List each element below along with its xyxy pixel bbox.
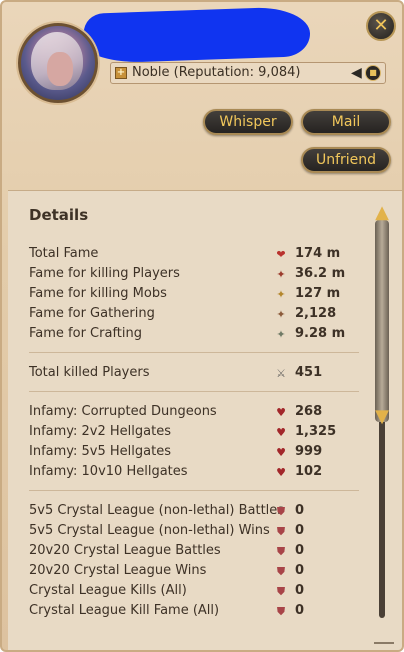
- mail-button[interactable]: Mail: [301, 109, 391, 135]
- divider: [29, 391, 359, 392]
- scroll-end-marker: [374, 642, 394, 644]
- reputation-bar: + Noble (Reputation: 9,084) ◀ ■: [110, 62, 386, 84]
- crystal-shield-icon: ⛊: [276, 505, 286, 518]
- stat-row: Crystal League Kills (All) ⛊ 0: [29, 583, 305, 598]
- details-scrollbar[interactable]: ▲ ▼: [372, 204, 392, 622]
- fame-icon: ❤: [276, 248, 286, 261]
- stat-row: 20v20 Crystal League Battles ⛊ 0: [29, 543, 305, 558]
- infamy-icon: ♥: [276, 426, 286, 439]
- stat-row: Infamy: Corrupted Dungeons ♥ 268: [29, 404, 323, 419]
- lock-icon: ■: [365, 65, 381, 81]
- stat-row: 20v20 Crystal League Wins ⛊ 0: [29, 563, 305, 578]
- crystal-shield-icon: ⛊: [276, 525, 286, 538]
- close-icon: ✕: [373, 15, 389, 36]
- stat-row: Infamy: 2v2 Hellgates ♥ 1,325: [29, 424, 337, 439]
- pvp-fame-icon: ✦: [276, 268, 286, 281]
- crystal-shield-icon: ⛊: [276, 545, 286, 558]
- whisper-button[interactable]: Whisper: [203, 109, 293, 135]
- crystal-shield-icon: ⛊: [276, 585, 286, 598]
- infamy-icon: ♥: [276, 406, 286, 419]
- stat-row: 5v5 Crystal League (non-lethal) Battles …: [29, 503, 305, 518]
- reputation-icon: +: [115, 67, 127, 79]
- pve-fame-icon: ✦: [276, 288, 286, 301]
- infamy-icon: ♥: [276, 446, 286, 459]
- stat-row: Fame for Gathering ✦ 2,128: [29, 306, 337, 321]
- divider: [29, 352, 359, 353]
- player-profile-panel: ✕ + Noble (Reputation: 9,084) ◀ ■ Whispe…: [0, 0, 404, 652]
- stat-row: Fame for Crafting ✦ 9.28 m: [29, 326, 346, 341]
- crystal-shield-icon: ⛊: [276, 565, 286, 578]
- crystal-shield-icon: ⛊: [276, 605, 286, 618]
- stat-row: Infamy: 10v10 Hellgates ♥ 102: [29, 464, 323, 479]
- stat-row: Fame for killing Players ✦ 36.2 m: [29, 266, 346, 281]
- arrow-left-icon: ◀: [351, 65, 362, 81]
- details-title: Details: [29, 206, 89, 224]
- details-section: Details Total Fame ❤ 174 m Fame for kill…: [8, 190, 402, 650]
- reputation-toggle[interactable]: ◀ ■: [351, 64, 383, 82]
- reputation-text: Noble (Reputation: 9,084): [132, 65, 301, 80]
- crossed-swords-icon: ⚔: [276, 367, 286, 380]
- stat-row: Total killed Players ⚔ 451: [29, 365, 323, 380]
- stat-row: Crystal League Kill Fame (All) ⛊ 0: [29, 603, 305, 618]
- scrollbar-thumb[interactable]: [375, 220, 389, 422]
- arrow-down-icon[interactable]: ▼: [372, 408, 392, 426]
- stat-row: Infamy: 5v5 Hellgates ♥ 999: [29, 444, 323, 459]
- redacted-player-name: [83, 6, 311, 64]
- stat-row: 5v5 Crystal League (non-lethal) Wins ⛊ 0: [29, 523, 305, 538]
- avatar: [18, 23, 98, 103]
- gathering-fame-icon: ✦: [276, 308, 286, 321]
- unfriend-button[interactable]: Unfriend: [301, 147, 391, 173]
- arrow-up-icon[interactable]: ▲: [372, 204, 392, 222]
- stat-row: Fame for killing Mobs ✦ 127 m: [29, 286, 341, 301]
- infamy-icon: ♥: [276, 466, 286, 479]
- close-button[interactable]: ✕: [366, 11, 396, 41]
- stat-row: Total Fame ❤ 174 m: [29, 246, 341, 261]
- divider: [29, 490, 359, 491]
- crafting-fame-icon: ✦: [276, 328, 286, 341]
